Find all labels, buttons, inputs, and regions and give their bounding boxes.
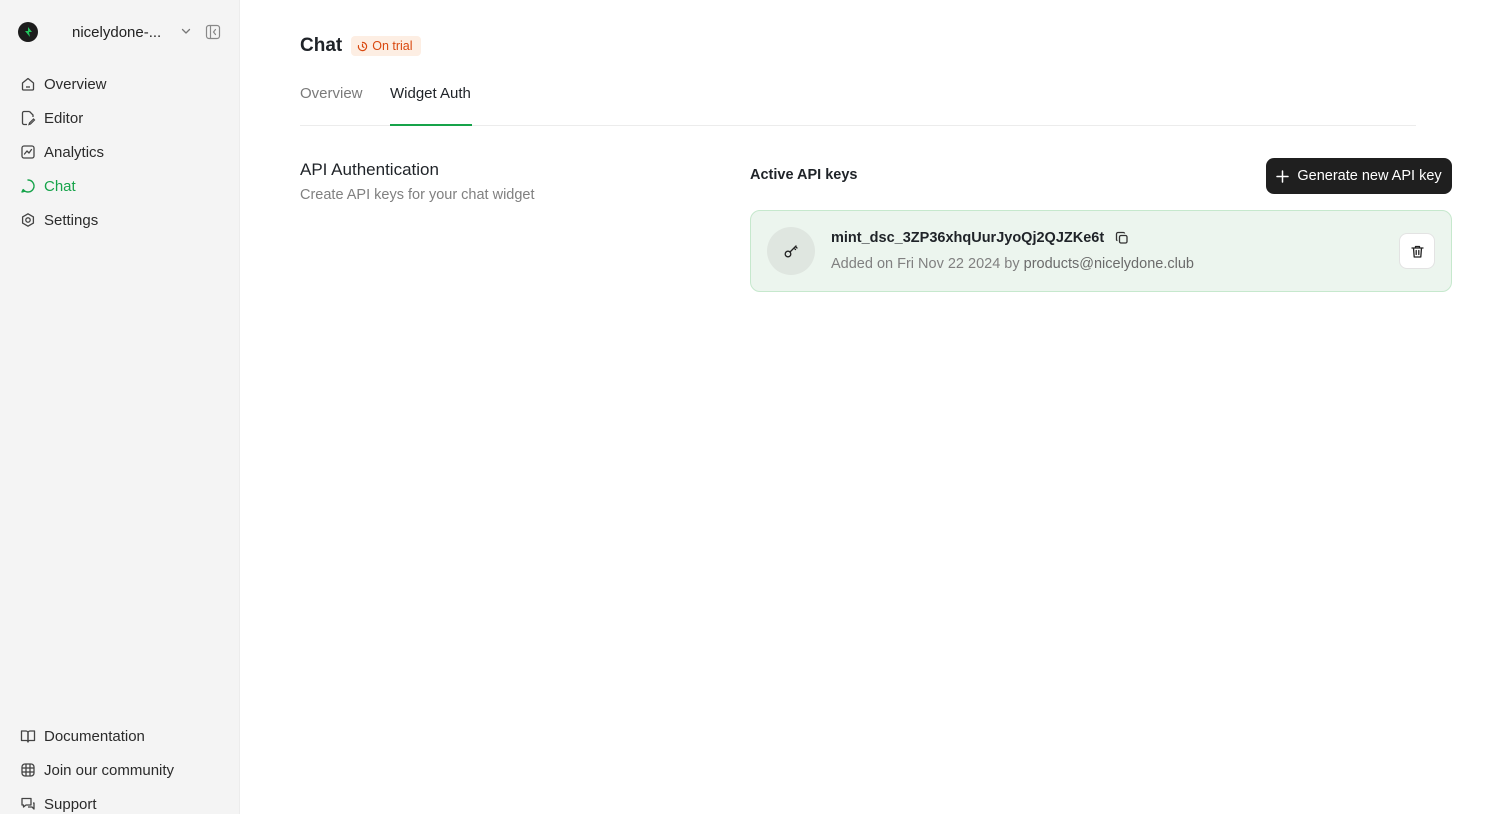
section-title: API Authentication	[300, 160, 439, 179]
api-key-added-by: products@nicelydone.club	[1023, 256, 1194, 272]
active-keys-title: Active API keys	[750, 167, 858, 183]
title-row: Chat On trial	[300, 35, 421, 57]
trial-icon	[358, 41, 368, 51]
section-description: Create API keys for your chat widget	[300, 187, 535, 203]
trash-icon	[1410, 245, 1424, 258]
api-key-added-on: Added on Fri Nov 22 2024 by	[831, 256, 1024, 272]
key-icon-wrap	[767, 227, 815, 275]
sidebar-item-label: Documentation	[44, 727, 145, 745]
org-logo-icon	[18, 22, 38, 42]
sidebar-item-label: Settings	[44, 211, 99, 229]
sidebar-item-overview[interactable]: Overview	[20, 73, 107, 95]
sidebar-item-chat[interactable]: Chat	[20, 175, 76, 197]
api-key-name: mint_dsc_3ZP36xhqUurJyoQj2QJZKe6t	[831, 230, 1105, 246]
tab-overview[interactable]: Overview	[300, 85, 363, 126]
tab-widget-auth[interactable]: Widget Auth	[390, 85, 472, 126]
file-edit-icon	[20, 110, 36, 126]
api-key-card: mint_dsc_3ZP36xhqUurJyoQj2QJZKe6t Added …	[750, 210, 1452, 292]
generate-api-key-button[interactable]: Generate new API key	[1266, 158, 1452, 194]
sidebar-item-analytics[interactable]: Analytics	[20, 141, 104, 163]
sidebar-item-label: Analytics	[44, 143, 105, 161]
sidebar-item-label: Support	[44, 795, 97, 813]
api-key-name-row: mint_dsc_3ZP36xhqUurJyoQj2QJZKe6t	[831, 230, 1129, 246]
org-switcher[interactable]: nicelydone-...	[18, 20, 224, 44]
status-badge: On trial	[351, 36, 421, 56]
sidebar-item-label: Chat	[44, 177, 76, 195]
main-content: Chat On trial Overview Widget Auth API A…	[240, 0, 1512, 814]
support-icon	[20, 796, 36, 812]
sidebar: nicelydone-... Overview Editor Analytics…	[0, 0, 240, 814]
tab-bar: Overview Widget Auth	[300, 85, 1416, 126]
chevron-down-icon[interactable]	[180, 25, 192, 37]
community-icon	[20, 762, 36, 778]
key-icon	[784, 245, 798, 258]
gear-icon	[20, 212, 36, 228]
sidebar-item-editor[interactable]: Editor	[20, 107, 83, 129]
home-icon	[20, 76, 36, 92]
sidebar-item-label: Editor	[44, 109, 84, 127]
sidebar-item-documentation[interactable]: Documentation	[20, 725, 145, 747]
sidebar-item-label: Join our community	[44, 761, 175, 779]
org-name: nicelydone-...	[72, 23, 162, 41]
page-title: Chat	[300, 35, 343, 56]
api-key-meta: Added on Fri Nov 22 2024 by products@nic…	[831, 256, 1194, 272]
delete-api-key-button[interactable]	[1399, 233, 1435, 269]
copy-icon[interactable]	[1115, 231, 1129, 245]
plus-icon	[1276, 169, 1290, 183]
collapse-sidebar-icon[interactable]	[205, 24, 221, 40]
chart-icon	[20, 144, 36, 160]
sidebar-item-settings[interactable]: Settings	[20, 209, 98, 231]
sidebar-item-label: Overview	[44, 75, 107, 93]
sidebar-item-community[interactable]: Join our community	[20, 759, 174, 781]
status-badge-label: On trial	[372, 39, 413, 53]
chat-icon	[20, 178, 36, 194]
generate-api-key-label: Generate new API key	[1297, 168, 1442, 184]
sidebar-item-support[interactable]: Support	[20, 793, 97, 814]
book-icon	[20, 728, 36, 744]
